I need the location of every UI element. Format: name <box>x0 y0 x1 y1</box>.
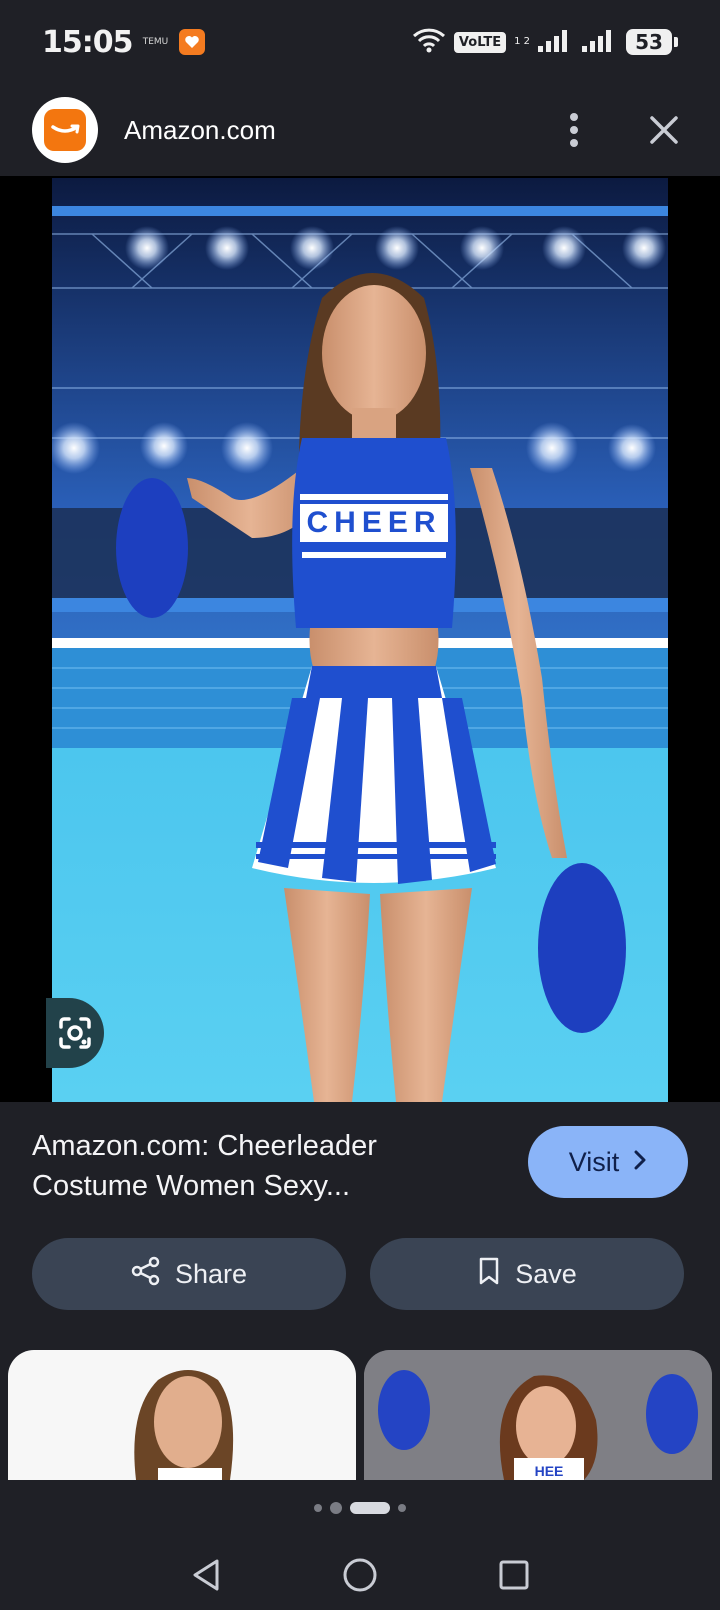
temu-notification-label: TEMU <box>142 36 169 47</box>
back-icon[interactable] <box>184 1553 228 1597</box>
pager-dot-active <box>350 1502 390 1514</box>
save-button[interactable]: Save <box>370 1238 684 1310</box>
share-button[interactable]: Share <box>32 1238 346 1310</box>
visit-button[interactable]: Visit <box>528 1126 688 1198</box>
site-title: Amazon.com <box>124 114 276 145</box>
shirt-text: CHEER <box>306 506 441 539</box>
visit-label: Visit <box>568 1146 620 1177</box>
related-results: HEE <box>0 1350 720 1480</box>
status-right: VoLTE 1 2 53 <box>412 27 678 57</box>
temu-app-icon <box>178 29 205 55</box>
battery-indicator: 53 <box>626 29 678 55</box>
save-label: Save <box>515 1258 577 1289</box>
status-left: 15:05 TEMU <box>42 25 205 60</box>
action-row: Share Save <box>0 1238 720 1310</box>
more-vert-icon[interactable] <box>554 100 594 160</box>
related-card[interactable]: HEE <box>364 1350 712 1480</box>
result-title-line1: Amazon.com: Cheerleader <box>32 1130 377 1162</box>
pager-dot <box>330 1502 342 1514</box>
image-viewer[interactable]: CHEER <box>0 176 720 1102</box>
bookmark-icon <box>477 1256 501 1293</box>
result-title[interactable]: Amazon.com: Cheerleader Costume Women Se… <box>32 1126 472 1206</box>
clock: 15:05 <box>42 24 133 60</box>
chevron-right-icon <box>633 1147 647 1178</box>
status-bar: 15:05 TEMU VoLTE 1 2 53 <box>0 0 720 84</box>
product-image[interactable]: CHEER <box>52 178 668 1102</box>
result-title-line2: Costume Women Sexy... <box>32 1170 351 1202</box>
system-nav-bar <box>0 1540 720 1610</box>
result-info: Amazon.com: Cheerleader Costume Women Se… <box>0 1102 720 1222</box>
signal-icon-sim1 <box>538 28 574 56</box>
signal-icon-sim2 <box>582 28 618 56</box>
battery-level: 53 <box>626 29 672 55</box>
battery-tip <box>674 37 678 47</box>
share-icon <box>131 1256 161 1293</box>
related-card[interactable] <box>8 1350 356 1480</box>
wifi-icon <box>412 27 446 57</box>
amazon-logo-icon[interactable] <box>32 97 98 163</box>
card-shirt-text: HEE <box>535 1463 564 1479</box>
pager-dot <box>314 1504 322 1512</box>
amazon-logo-mark <box>44 109 86 151</box>
home-icon[interactable] <box>338 1553 382 1597</box>
close-icon[interactable] <box>640 100 688 160</box>
pager-dots <box>0 1498 720 1518</box>
sim-slot-label: 1 2 <box>514 36 530 47</box>
share-label: Share <box>174 1258 248 1289</box>
volte-badge: VoLTE <box>453 31 507 53</box>
pager-dot <box>398 1504 406 1512</box>
title-bar: Amazon.com <box>0 84 720 176</box>
recents-icon[interactable] <box>492 1553 536 1597</box>
